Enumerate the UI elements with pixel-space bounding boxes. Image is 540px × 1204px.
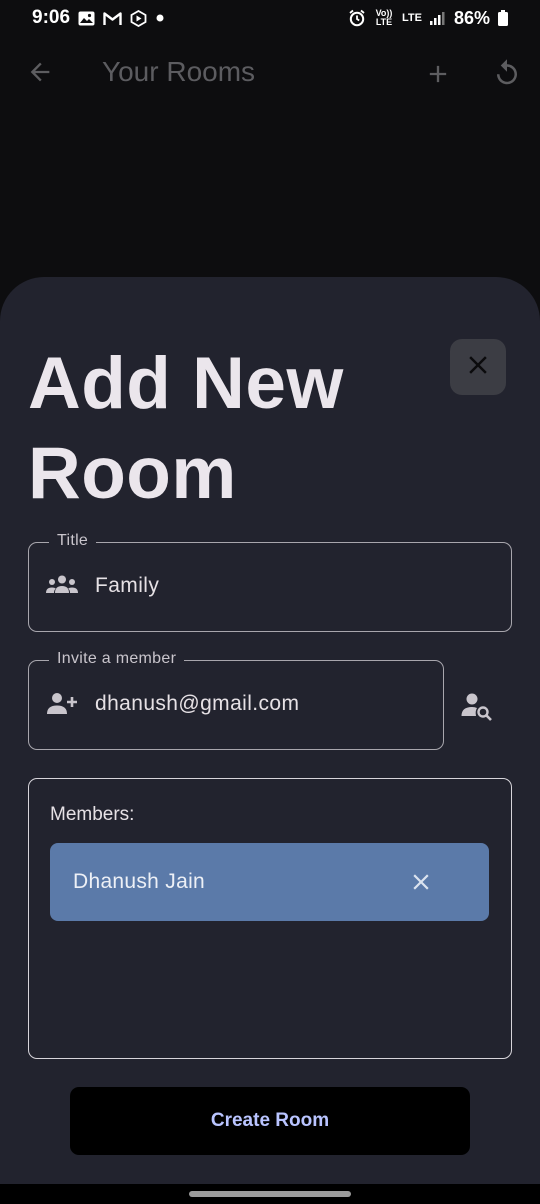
remove-member-button[interactable] <box>408 869 434 900</box>
refresh-icon[interactable] <box>492 58 522 93</box>
notification-dot-icon <box>155 13 165 23</box>
play-store-icon <box>130 9 147 27</box>
title-field-label: Title <box>49 532 97 550</box>
members-label: Members: <box>50 804 135 825</box>
person-add-icon <box>45 691 79 722</box>
status-time: 9:06 <box>32 7 71 28</box>
app-bar-title: Your Rooms <box>102 56 256 87</box>
title-input[interactable]: Family <box>95 574 159 598</box>
members-box: Members: Dhanush Jain <box>28 778 512 1059</box>
battery-percent: 86% <box>453 7 490 28</box>
groups-icon <box>45 573 79 602</box>
volte-indicator: Vo)) LTE <box>375 8 393 27</box>
invite-field-label: Invite a member <box>49 650 185 668</box>
member-chip: Dhanush Jain <box>50 843 489 921</box>
status-bar: 9:06 Vo)) LTE LTE 86% <box>0 0 540 36</box>
invite-email-input[interactable]: dhanush@gmail.com <box>95 692 299 716</box>
status-right: Vo)) LTE LTE 86% <box>348 8 508 29</box>
lte-indicator: LTE <box>402 11 422 24</box>
close-icon <box>408 874 434 899</box>
create-room-button[interactable]: Create Room <box>70 1087 470 1155</box>
alarm-icon <box>348 9 366 27</box>
close-icon <box>463 350 493 385</box>
add-room-sheet: Add New Room Title Family Invite a membe… <box>0 277 540 1184</box>
title-field[interactable]: Title Family <box>28 532 512 632</box>
close-button[interactable] <box>450 339 506 395</box>
sheet-title: Add New Room <box>28 343 344 514</box>
nav-bar <box>0 1184 540 1204</box>
invite-member-field[interactable]: Invite a member dhanush@gmail.com <box>28 650 444 750</box>
gmail-icon <box>103 11 122 26</box>
person-search-icon[interactable] <box>460 691 494 726</box>
add-icon[interactable] <box>424 60 452 93</box>
battery-icon <box>498 10 508 26</box>
arrow-back-icon[interactable] <box>26 58 54 91</box>
app-bar: Your Rooms <box>0 40 540 108</box>
gallery-icon <box>78 11 95 26</box>
member-name: Dhanush Jain <box>73 870 206 893</box>
status-left: 9:06 <box>32 7 165 29</box>
home-indicator[interactable] <box>189 1191 351 1197</box>
signal-icon <box>429 11 446 25</box>
